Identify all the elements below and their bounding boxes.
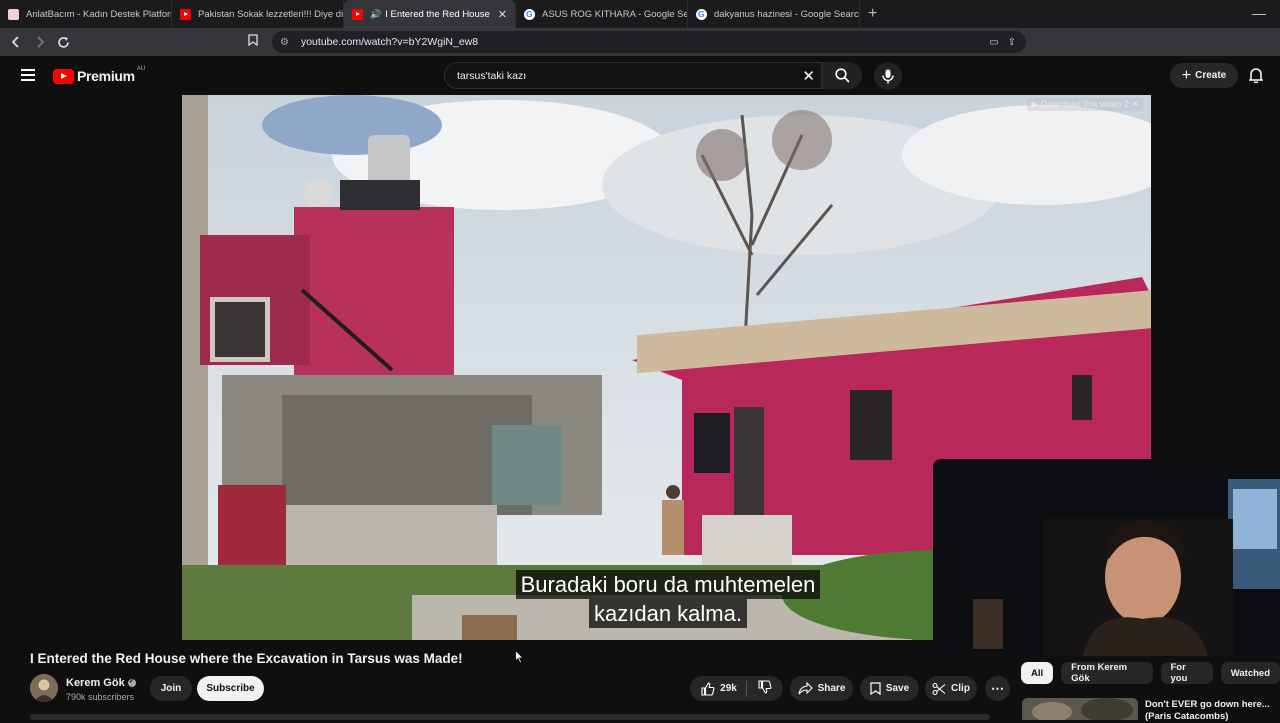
tab-label: I Entered the Red House whe — [385, 8, 492, 20]
clip-label: Clip — [951, 683, 970, 694]
save-playlist-icon — [870, 682, 881, 695]
plus-icon: + — [1181, 66, 1192, 84]
chip-from-channel[interactable]: From Kerem Gök — [1061, 662, 1153, 684]
tab-anlatbacim[interactable]: AnlatBacım - Kadın Destek Platformu — [0, 0, 172, 28]
youtube-favicon-icon — [352, 8, 363, 20]
like-dislike-group: 29k — [690, 676, 783, 701]
omnibox-actions: ▭ ⇪ — [989, 37, 1016, 48]
browser-tab-strip: AnlatBacım - Kadın Destek Platformu Paki… — [0, 0, 1280, 28]
search-button[interactable] — [822, 62, 862, 89]
back-arrow-icon[interactable] — [5, 32, 26, 53]
save-label: Save — [885, 683, 910, 694]
channel-name-text: Kerem Gök — [66, 677, 125, 689]
chip-watched[interactable]: Watched — [1220, 662, 1280, 684]
tab-red-house[interactable]: 🔊 I Entered the Red House whe ✕ — [344, 0, 516, 28]
more-dots-icon: ⋯ — [991, 681, 1004, 696]
tab-label: AnlatBacım - Kadın Destek Platformu — [26, 8, 172, 20]
verified-badge-icon — [127, 677, 136, 688]
recommended-video-thumbnail[interactable] — [1022, 698, 1138, 720]
youtube-play-icon — [53, 68, 74, 84]
minimize-icon[interactable]: — — [1252, 5, 1266, 21]
address-bar-row: ⚙ youtube.com/watch?v=bY2WgiN_ew8 ▭ ⇪ ◆ … — [0, 28, 1280, 74]
reload-icon[interactable] — [53, 32, 74, 53]
horizontal-scrollbar[interactable] — [30, 714, 990, 720]
recommendation-filter-chips: All From Kerem Gök For you Watched — [1021, 662, 1280, 684]
speaker-icon[interactable]: 🔊 — [370, 9, 381, 20]
mouse-cursor-icon — [515, 649, 524, 669]
notifications-bell-icon[interactable] — [1248, 67, 1264, 88]
download-video-overlay[interactable]: ▶ Download this video 2 ✕ — [1027, 98, 1143, 111]
clear-search-icon[interactable]: ✕ — [802, 67, 815, 85]
subscriber-count: 790k subscribers — [66, 692, 135, 702]
join-button[interactable]: Join — [150, 676, 192, 701]
scissors-icon — [932, 682, 946, 695]
download-overlay-label: ▶ Download this video — [1031, 99, 1122, 109]
like-button[interactable]: 29k — [701, 681, 737, 696]
create-button[interactable]: + Create — [1170, 63, 1238, 88]
clip-button[interactable]: Clip — [925, 676, 977, 701]
google-favicon-icon — [524, 8, 535, 20]
chip-all[interactable]: All — [1021, 662, 1054, 684]
search-input[interactable]: tarsus'taki kazı ✕ — [444, 62, 822, 89]
tab-pakistan[interactable]: Pakistan Sokak lezzetleri!!! Diye diye — [172, 0, 344, 28]
share-button[interactable]: Share — [790, 676, 853, 701]
thumbs-down-icon — [758, 680, 772, 694]
like-divider — [745, 680, 747, 697]
tab-label: dakyanus hazinesi - Google Search — [714, 8, 860, 20]
bookmark-icon[interactable] — [248, 34, 258, 49]
subtitle-caption: Buradaki boru da muhtemelen kazıdan kalm… — [500, 570, 836, 628]
webcam-frame — [933, 459, 1280, 656]
streamer-webcam-overlay — [933, 459, 1280, 656]
pink-favicon-icon — [8, 8, 19, 20]
cast-icon[interactable]: ▭ — [989, 37, 998, 48]
youtube-masthead: Premium AU tarsus'taki kazı ✕ + Create — [0, 56, 1280, 95]
subscribe-button[interactable]: Subscribe — [197, 676, 264, 701]
share-arrow-icon — [798, 682, 813, 695]
youtube-favicon-icon — [180, 8, 191, 20]
create-label: Create — [1195, 70, 1227, 81]
tab-label: Pakistan Sokak lezzetleri!!! Diye diye — [198, 8, 344, 20]
microphone-icon — [882, 69, 894, 83]
thumbs-up-icon — [701, 681, 715, 696]
caption-line-2: kazıdan kalma. — [589, 599, 747, 628]
download-overlay-extra: 2 ✕ — [1123, 99, 1139, 109]
close-tab-icon[interactable]: ✕ — [492, 8, 507, 21]
channel-name[interactable]: Kerem Gök — [66, 677, 136, 689]
url-field[interactable]: ⚙ youtube.com/watch?v=bY2WgiN_ew8 ▭ ⇪ — [272, 31, 1026, 53]
like-count: 29k — [720, 683, 737, 694]
share-page-icon[interactable]: ⇪ — [1008, 37, 1016, 48]
tab-asus-search[interactable]: ASUS ROG KITHARA - Google Search — [516, 0, 688, 28]
search-icon — [834, 68, 850, 83]
chip-for-you[interactable]: For you — [1160, 662, 1213, 684]
google-favicon-icon — [696, 8, 707, 20]
voice-search-button[interactable] — [874, 62, 902, 90]
recommended-video-title[interactable]: Don't EVER go down here... (Paris Cataco… — [1145, 699, 1275, 723]
dislike-button[interactable] — [758, 680, 772, 697]
tab-dakyanus-search[interactable]: dakyanus hazinesi - Google Search — [688, 0, 860, 28]
site-settings-icon[interactable]: ⚙ — [280, 37, 289, 48]
forward-arrow-icon[interactable] — [29, 32, 50, 53]
tab-label: ASUS ROG KITHARA - Google Search — [542, 8, 687, 20]
logo-text: Premium — [77, 68, 135, 84]
share-label: Share — [817, 683, 846, 694]
country-code: AU — [136, 66, 146, 72]
menu-icon[interactable] — [21, 69, 35, 84]
more-actions-button[interactable]: ⋯ — [985, 676, 1010, 701]
save-button[interactable]: Save — [860, 676, 919, 701]
video-title: I Entered the Red House where the Excava… — [30, 651, 463, 666]
search-query: tarsus'taki kazı — [457, 70, 527, 82]
url-text: youtube.com/watch?v=bY2WgiN_ew8 — [300, 36, 479, 48]
new-tab-button[interactable]: + — [868, 5, 877, 23]
caption-line-1: Buradaki boru da muhtemelen — [515, 570, 821, 599]
youtube-premium-logo[interactable]: Premium AU — [53, 66, 146, 84]
channel-avatar[interactable] — [30, 674, 58, 702]
